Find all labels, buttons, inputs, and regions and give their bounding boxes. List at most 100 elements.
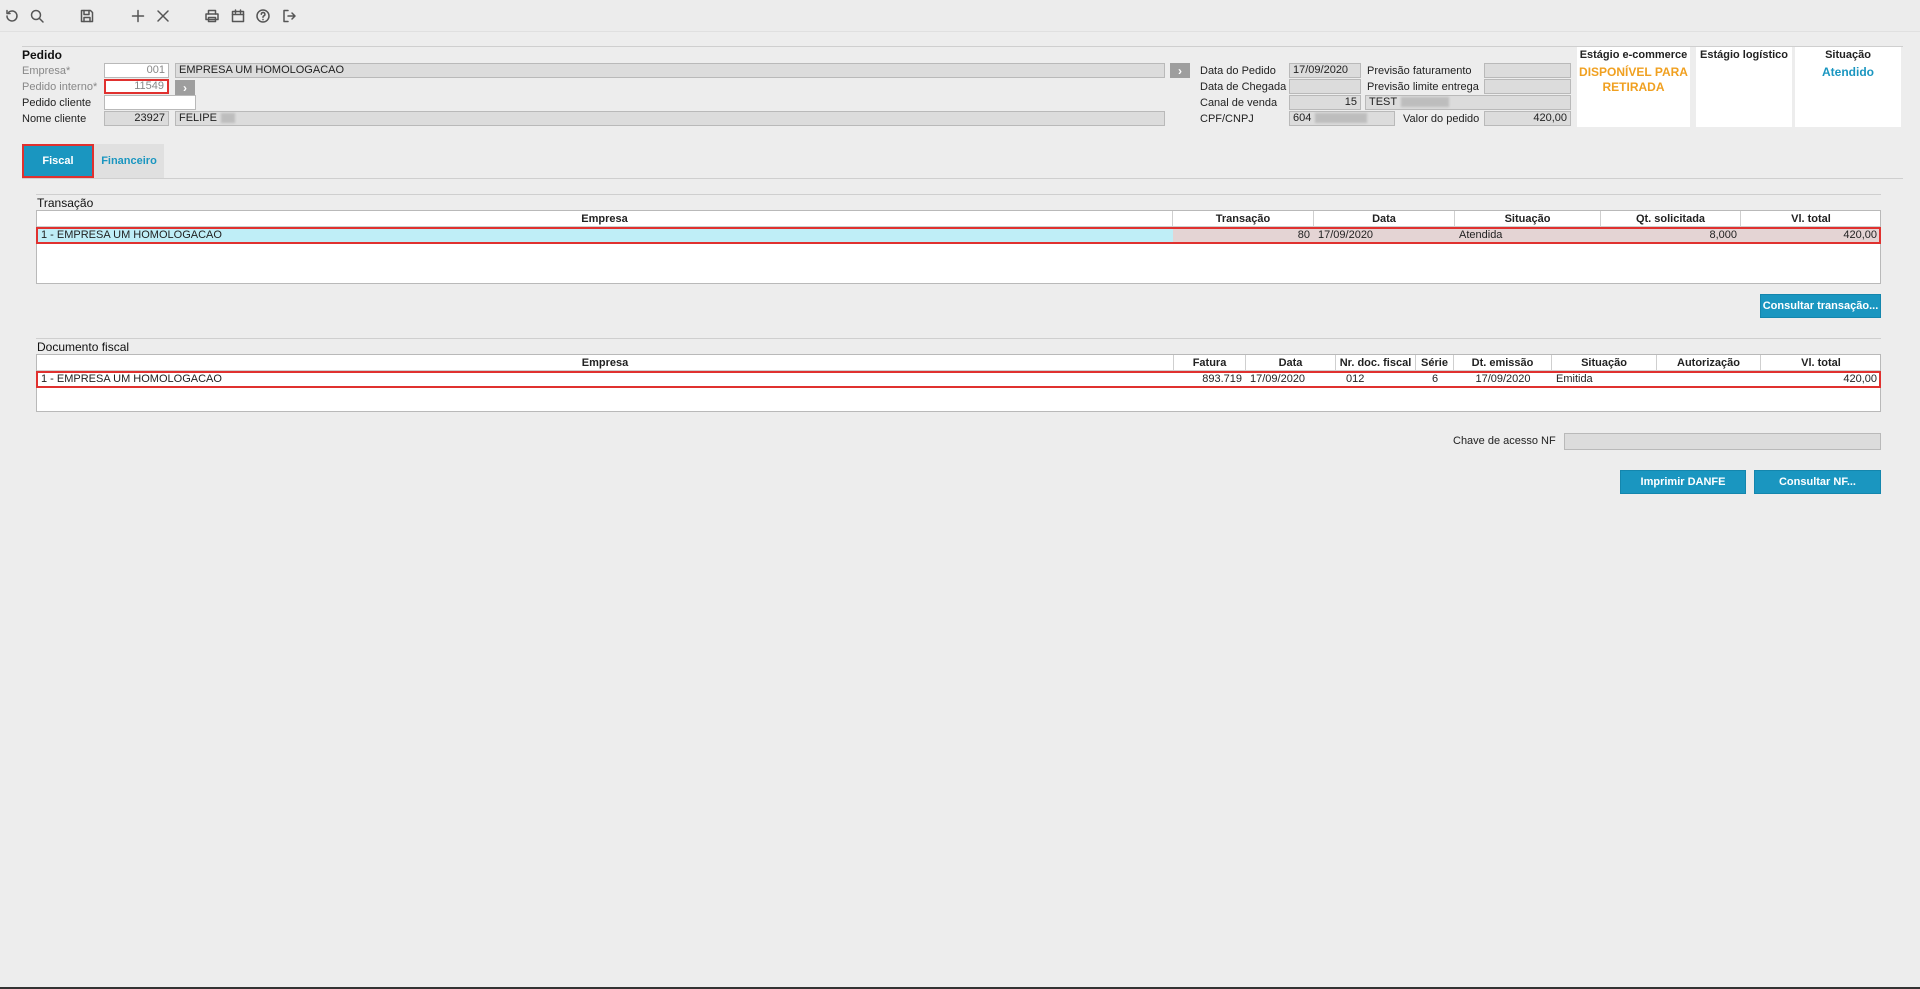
chave-acesso-label: Chave de acesso NF (1453, 435, 1556, 447)
col-dt-emissao[interactable]: Dt. emissão (1454, 355, 1552, 371)
situation-panel: Situação Atendido (1795, 47, 1901, 127)
table-row[interactable]: 1 - EMPRESA UM HOMOLOGACAO 893.719 17/09… (36, 371, 1881, 388)
logistic-stage-title: Estágio logístico (1699, 49, 1788, 61)
cell-nr-doc-fiscal: 012 (1346, 373, 1365, 385)
pedido-cliente-field[interactable] (104, 95, 196, 110)
canal-venda-code-field: 15 (1289, 95, 1361, 110)
nome-cliente-code-field: 23927 (104, 111, 169, 126)
data-chegada-field (1289, 79, 1361, 94)
transacao-title: Transação (37, 196, 94, 210)
col-situacao[interactable]: Situação (1455, 211, 1601, 227)
cell-autorizacao (1657, 371, 1761, 388)
cell-data: 17/09/2020 (1314, 227, 1455, 244)
documento-table: Empresa Fatura Data Nr. doc. fiscal Séri… (36, 354, 1881, 412)
ecommerce-stage-value: DISPONÍVEL PARA RETIRADA (1577, 65, 1690, 95)
ecommerce-stage-line1: DISPONÍVEL PARA (1579, 65, 1688, 79)
nome-cliente-name-field: FELIPE (175, 111, 1165, 126)
col-transacao[interactable]: Transação (1173, 211, 1314, 227)
situation-title: Situação (1825, 49, 1871, 61)
col-situacao[interactable]: Situação (1552, 355, 1657, 371)
valor-pedido-label: Valor do pedido (1403, 113, 1480, 125)
previsao-limite-field (1484, 79, 1571, 94)
valor-pedido-field: 420,00 (1484, 111, 1571, 126)
exit-icon[interactable] (280, 7, 298, 25)
col-fatura[interactable]: Fatura (1174, 355, 1246, 371)
ecommerce-stage-panel: Estágio e-commerce DISPONÍVEL PARA RETIR… (1577, 47, 1690, 127)
consultar-nf-button[interactable]: Consultar NF... (1754, 470, 1881, 494)
close-icon[interactable] (154, 7, 172, 25)
toolbar (0, 0, 1920, 32)
cell-dt-emissao: 17/09/2020 (1475, 373, 1531, 385)
help-icon[interactable] (254, 7, 272, 25)
pedido-interno-field[interactable]: 11549 (104, 79, 169, 94)
cell-vl-total: 420,00 (1741, 227, 1881, 244)
canal-venda-name-text: TEST (1369, 96, 1398, 108)
pedido-cliente-label: Pedido cliente (22, 97, 92, 109)
page-title: Pedido (22, 48, 63, 62)
cell-serie: 6 (1431, 373, 1439, 385)
cell-fatura: 893.719 (1202, 373, 1242, 385)
pedido-interno-lookup-button[interactable]: › (175, 80, 195, 95)
cell-data: 17/09/2020 (1250, 373, 1306, 385)
ecommerce-stage-title: Estágio e-commerce (1579, 49, 1688, 61)
redacted-mark (220, 113, 235, 124)
cell-empresa: 1 - EMPRESA UM HOMOLOGACAO (37, 227, 1173, 244)
cell-qt-solicitada: 8,000 (1601, 227, 1741, 244)
cpf-text: 604 (1293, 112, 1312, 124)
col-vl-total[interactable]: Vl. total (1761, 355, 1881, 371)
col-serie[interactable]: Série (1416, 355, 1454, 371)
tab-financeiro[interactable]: Financeiro (94, 144, 164, 178)
table-row[interactable]: 1 - EMPRESA UM HOMOLOGACAO 80 17/09/2020… (36, 227, 1881, 244)
col-empresa[interactable]: Empresa (37, 355, 1174, 371)
undo-icon[interactable] (3, 7, 21, 25)
cpf-field: 604 (1289, 111, 1395, 126)
col-autorizacao[interactable]: Autorização (1657, 355, 1761, 371)
cell-situacao: Emitida (1556, 373, 1593, 385)
nome-cliente-name-text: FELIPE (179, 112, 217, 124)
empresa-label: Empresa* (22, 65, 71, 77)
chave-acesso-field[interactable] (1564, 433, 1881, 450)
col-empresa[interactable]: Empresa (37, 211, 1173, 227)
calendar-icon[interactable] (229, 7, 247, 25)
tab-divider (22, 178, 1903, 179)
data-pedido-label: Data do Pedido (1200, 65, 1276, 77)
documento-divider (36, 338, 1881, 339)
redacted-mark (1401, 97, 1450, 108)
canal-venda-label: Canal de venda (1200, 97, 1278, 109)
consultar-transacao-button[interactable]: Consultar transação... (1760, 294, 1881, 318)
documento-title: Documento fiscal (37, 340, 130, 354)
data-pedido-field: 17/09/2020 (1289, 63, 1361, 78)
col-nr-doc-fiscal[interactable]: Nr. doc. fiscal (1336, 355, 1416, 371)
cell-vl-total: 420,00 (1843, 373, 1877, 385)
empresa-lookup-button[interactable]: › (1170, 63, 1190, 78)
tab-fiscal[interactable]: Fiscal (22, 144, 94, 178)
plus-icon[interactable] (129, 7, 147, 25)
redacted-mark (1315, 113, 1368, 124)
documento-header-row: Empresa Fatura Data Nr. doc. fiscal Séri… (37, 355, 1880, 371)
col-vl-total[interactable]: Vl. total (1741, 211, 1881, 227)
col-data[interactable]: Data (1314, 211, 1455, 227)
situation-value: Atendido (1822, 65, 1874, 79)
transacao-divider (36, 194, 1881, 195)
cell-transacao: 80 (1173, 227, 1314, 244)
data-chegada-label: Data de Chegada (1200, 81, 1287, 93)
canal-venda-name-field: TEST (1365, 95, 1571, 110)
search-icon[interactable] (28, 7, 46, 25)
ecommerce-stage-line2: RETIRADA (1602, 80, 1665, 94)
transacao-table: Empresa Transação Data Situação Qt. soli… (36, 210, 1881, 284)
previsao-limite-label: Previsão limite entrega (1367, 81, 1479, 93)
nome-cliente-label: Nome cliente (22, 113, 87, 125)
cell-situacao: Atendida (1455, 227, 1601, 244)
previsao-faturamento-label: Previsão faturamento (1367, 65, 1472, 77)
cell-empresa: 1 - EMPRESA UM HOMOLOGACAO (41, 373, 222, 385)
transacao-header-row: Empresa Transação Data Situação Qt. soli… (37, 211, 1880, 227)
previsao-faturamento-field (1484, 63, 1571, 78)
col-qt-solicitada[interactable]: Qt. solicitada (1601, 211, 1741, 227)
imprimir-danfe-button[interactable]: Imprimir DANFE (1620, 470, 1746, 494)
cpf-label: CPF/CNPJ (1200, 113, 1254, 125)
col-data[interactable]: Data (1246, 355, 1336, 371)
print-icon[interactable] (203, 7, 221, 25)
save-icon[interactable] (78, 7, 96, 25)
pedido-interno-label: Pedido interno* (22, 81, 98, 93)
empresa-code-field[interactable]: 001 (104, 63, 169, 78)
